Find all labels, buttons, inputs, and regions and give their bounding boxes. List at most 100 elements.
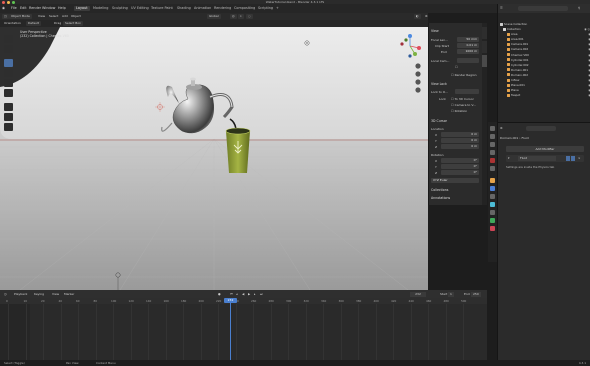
workspace-tab-rendering[interactable]: Rendering [214,6,231,11]
menu-view[interactable]: View [36,14,47,19]
menu-window[interactable]: Window [42,4,55,13]
timeline-editor-icon[interactable]: ◷ [2,292,9,297]
menu-edit[interactable]: Edit [20,4,27,13]
outliner-row[interactable]: Cylinder.002◉ ◎ [507,63,590,68]
annotations-section-header[interactable]: Annotations [431,196,450,200]
camera-to-view-checkbox[interactable]: ☐ Camera to V... [451,103,476,107]
zoom-icon[interactable] [415,63,421,69]
tool-properties-tab[interactable] [490,126,495,131]
prev-key-button[interactable]: ◂ [234,292,240,297]
show-viewport-toggle[interactable] [566,156,570,161]
transform-orientation-selector[interactable]: Global [207,14,221,19]
outliner-row[interactable]: Area◉ ◎ [507,32,590,37]
local-camera-checkbox[interactable]: ☐ [455,65,458,69]
data-properties-tab[interactable] [490,218,495,223]
physics-properties-tab[interactable] [490,202,495,207]
cursor-loc-y-field[interactable]: 0 m [441,138,479,143]
measure-tool[interactable] [4,113,13,121]
blender-logo-icon[interactable]: ◉ [2,4,5,13]
workspace-tab-sculpting[interactable]: Sculpting [112,6,128,11]
menu-render[interactable]: Render [29,4,41,13]
outliner-row[interactable]: Cylinder.001◉ ◎ [507,58,590,63]
menu-timeline-view[interactable]: View [50,292,61,297]
tab-item[interactable] [482,27,487,39]
outliner-row[interactable]: Camera.001◉ ◎ [507,42,590,47]
next-key-button[interactable]: ▸ [252,292,258,297]
render-properties-tab[interactable] [490,134,495,139]
tab-tool[interactable] [482,41,487,53]
outliner-row[interactable]: Domain.001◉ ◎ [507,68,590,73]
cursor-rot-y-field[interactable]: 0° [441,164,479,169]
world-properties-tab[interactable] [490,166,495,171]
workspace-tab-animation[interactable]: Animation [194,6,211,11]
cursor-loc-x-field[interactable]: 0 m [441,132,479,137]
menu-playback[interactable]: Playback [12,292,29,297]
workspace-tab-layout[interactable]: Layout [74,6,90,11]
timeline-area[interactable]: 0102040608010012014016018020022024026028… [0,298,487,360]
rotation-mode-selector[interactable]: XYZ Euler [431,178,479,183]
outliner-row[interactable]: Area.001◉ ◎ [507,37,590,42]
workspace-tab-modeling[interactable]: Modeling [93,6,108,11]
menu-keying[interactable]: Keying [32,292,46,297]
snap-icon[interactable]: ⌖ [238,14,244,19]
scene-properties-tab[interactable] [490,158,495,163]
jump-end-button[interactable]: ⏭ [258,292,265,297]
cursor-rot-x-field[interactable]: 0° [441,158,479,163]
outliner-row[interactable]: Teapot◉ ◎ [507,93,590,98]
outliner-row[interactable]: Camera.002◉ ◎ [507,47,590,52]
viewport-shading-icon[interactable]: ◐ [414,14,421,19]
focal-length-field[interactable]: 50 mm [457,37,479,42]
properties-editor-icon[interactable]: ⚙ [500,126,503,130]
proportional-edit-icon[interactable]: ◌ [246,14,253,19]
workspace-tab-texture-paint[interactable]: Texture Paint [151,6,173,11]
record-button[interactable]: ● [216,292,223,297]
outliner-row[interactable]: Plane◉ ◎ [507,88,590,93]
menu-object[interactable]: Object [69,14,83,19]
lock-to-object-field[interactable] [455,89,479,94]
outliner-row[interactable]: Plane.001◉ ◎ [507,83,590,88]
show-render-toggle[interactable] [571,156,575,161]
material-properties-tab[interactable] [490,226,495,231]
scale-tool[interactable] [4,79,13,87]
rotation-lock-checkbox[interactable]: ☐ Rotation [451,109,467,113]
view-layer-properties-tab[interactable] [490,150,495,155]
modifier-properties-tab[interactable] [490,186,495,191]
modifier-name-field[interactable]: Fluid [518,156,556,161]
add-modifier-button[interactable]: Add Modifier [506,146,584,152]
local-camera-field[interactable] [457,58,479,63]
transform-tool[interactable] [4,89,13,97]
close-modifier-icon[interactable]: × [578,156,581,160]
workspace-tab-scripting[interactable]: Scripting [258,6,273,11]
3d-viewport[interactable]: User Perspective (232) Collection | Chem… [0,27,428,290]
pivot-point-icon[interactable]: ◎ [230,14,237,19]
playhead[interactable] [230,298,231,360]
render-region-checkbox[interactable]: ☐ Render Region [451,73,477,77]
collapse-chevron-icon[interactable]: ▾ [508,156,510,160]
menu-select[interactable]: Select [47,14,60,19]
cursor-rot-z-field[interactable]: 0° [441,170,479,175]
workspace-tab-uv-editing[interactable]: UV Editing [131,6,149,11]
annotate-tool[interactable] [4,103,13,111]
add-workspace-button[interactable]: + [276,6,279,11]
workspace-tab-compositing[interactable]: Compositing [234,6,255,11]
menu-help[interactable]: Help [58,4,66,13]
gizmo-toggle-icon[interactable]: ⚙ [423,14,430,19]
end-frame-field[interactable]: 250 [471,291,481,297]
start-frame-field[interactable]: 1 [448,291,454,297]
outliner-scene-collection[interactable]: Scene Collection [500,22,589,27]
filter-icon[interactable]: ⚲ [578,6,580,10]
constraints-properties-tab[interactable] [490,210,495,215]
add-cube-tool[interactable] [4,123,13,131]
outliner-row[interactable]: Domain.002◉ ◎ [507,73,590,78]
cursor-tool[interactable] [4,45,13,53]
clip-end-field[interactable]: 1000 m [457,49,479,54]
mode-selector[interactable]: Object Mode [9,14,32,19]
editor-type-button[interactable]: ◳ [2,14,9,19]
move-tool[interactable] [4,59,13,67]
drag-select-selector[interactable]: Select Box [63,21,83,26]
camera-view-icon[interactable] [415,79,421,85]
transform-default-selector[interactable]: Default [26,21,41,26]
cursor-loc-z-field[interactable]: 0 m [441,144,479,149]
rotate-tool[interactable] [4,69,13,77]
output-properties-tab[interactable] [490,142,495,147]
